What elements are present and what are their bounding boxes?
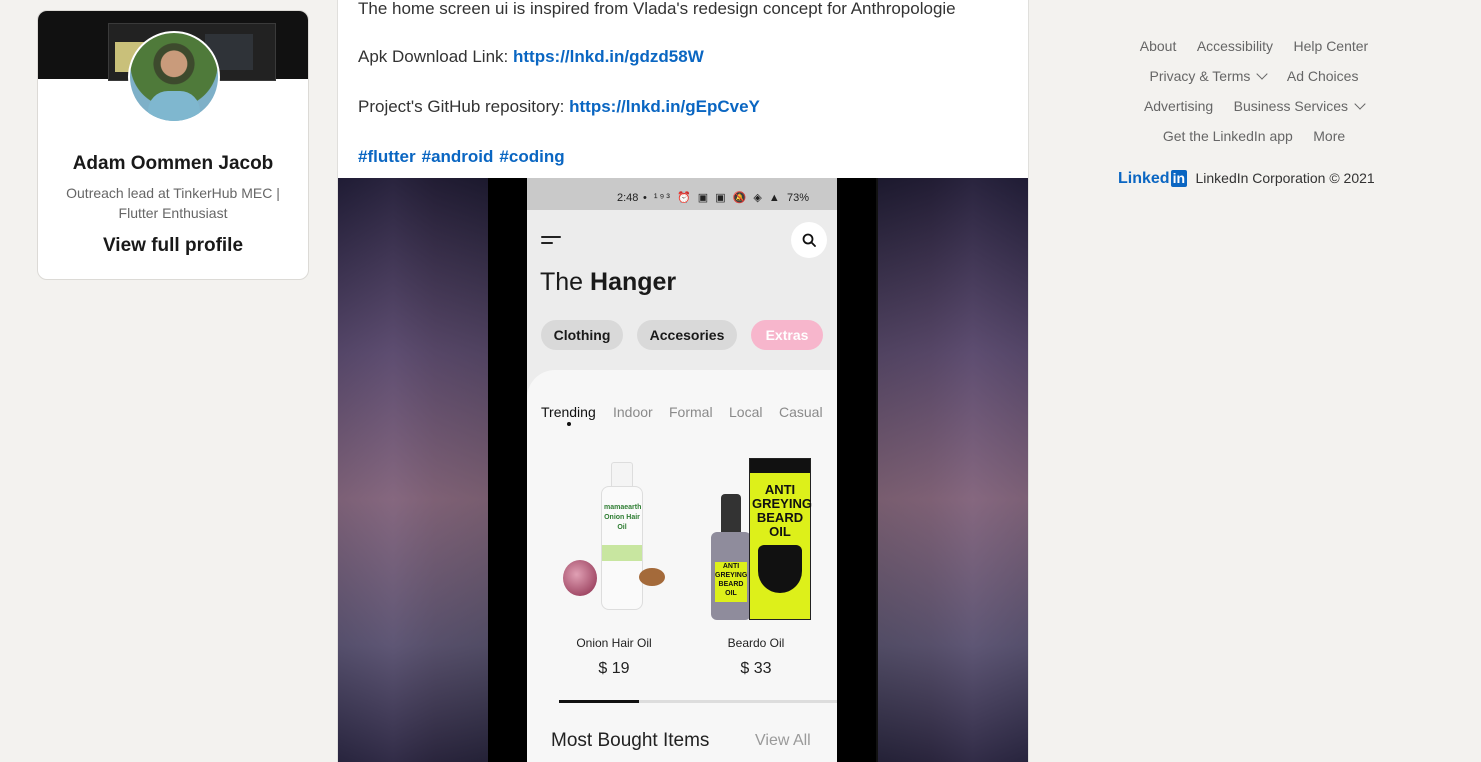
tab-casual[interactable]: Casual xyxy=(779,404,823,420)
carousel-scroll-thumb[interactable] xyxy=(559,700,639,703)
tab-formal[interactable]: Formal xyxy=(669,404,713,420)
footer-accessibility-link[interactable]: Accessibility xyxy=(1197,38,1273,54)
product-price: $ 33 xyxy=(740,660,772,677)
apk-download-link[interactable]: https://lnkd.in/gdzd58W xyxy=(513,47,704,66)
hair-oil-bottle-image: mamaearth Onion Hair Oil xyxy=(599,462,643,610)
post-text-line: The home screen ui is inspired from Vlad… xyxy=(358,0,956,18)
tab-local[interactable]: Local xyxy=(729,404,762,420)
post-hashtags: #flutter #android #coding xyxy=(358,147,571,167)
box-text: ANTI GREYING BEARD OIL xyxy=(752,482,812,539)
chip-extras[interactable]: Extras xyxy=(751,320,823,350)
search-icon xyxy=(802,233,816,247)
status-bar: 2:48 • ¹⁹³ ⏰ ▣ ▣ 🔕 ◈ ▲ 73% xyxy=(527,178,837,210)
footer-business-services-link[interactable]: Business Services xyxy=(1233,98,1366,114)
bottle-band xyxy=(602,545,642,561)
carousel-scrollbar[interactable] xyxy=(559,700,837,703)
footer-about-link[interactable]: About xyxy=(1140,38,1177,54)
beard-oil-box-image: ANTI GREYING BEARD OIL xyxy=(749,458,812,620)
post-apk-line: Apk Download Link: https://lnkd.in/gdzd5… xyxy=(358,47,704,67)
status-time: 2:48 xyxy=(617,192,639,204)
beard-oil-bottle-image: ANTI GREYING BEARD OIL xyxy=(711,494,751,620)
privacy-terms-label: Privacy & Terms xyxy=(1149,68,1251,84)
bottle-body: mamaearth Onion Hair Oil xyxy=(601,486,643,610)
battery-level: 73% xyxy=(787,192,810,204)
chip-accessories[interactable]: Accesories xyxy=(637,320,737,350)
apk-label: Apk Download Link: xyxy=(358,47,513,66)
footer-ad-choices-link[interactable]: Ad Choices xyxy=(1287,68,1359,84)
video-blur-left xyxy=(338,178,488,762)
post-card: The home screen ui is inspired from Vlad… xyxy=(337,0,1029,762)
business-services-label: Business Services xyxy=(1233,98,1349,114)
product-card[interactable]: ANTI GREYING BEARD OIL ANTI GREYING BEAR… xyxy=(691,458,821,677)
app-title-light: The xyxy=(540,268,591,296)
profile-headline: Outreach lead at TinkerHub MEC | Flutter… xyxy=(66,185,280,221)
footer-advertising-link[interactable]: Advertising xyxy=(1144,98,1213,114)
post-repo-line: Project's GitHub repository: https://lnk… xyxy=(358,97,760,117)
footer-brand: Linked in LinkedIn Corporation © 2021 xyxy=(1118,170,1375,188)
tab-trending[interactable]: Trending xyxy=(541,404,596,420)
dropper-body: ANTI GREYING BEARD OIL xyxy=(711,532,751,620)
chevron-down-icon xyxy=(1256,68,1269,80)
logo-box: in xyxy=(1170,170,1188,187)
product-name: Beardo Oil xyxy=(727,636,785,650)
almond-image xyxy=(639,568,665,586)
hashtag-flutter[interactable]: #flutter xyxy=(358,147,416,166)
section-title: Most Bought Items xyxy=(551,730,710,751)
chip-clothing[interactable]: Clothing xyxy=(541,320,623,350)
view-full-profile-link[interactable]: View full profile xyxy=(38,235,308,257)
hashtag-coding[interactable]: #coding xyxy=(499,147,564,166)
profile-card: Adam Oommen Jacob Outreach lead at Tinke… xyxy=(37,10,309,280)
repo-label: Project's GitHub repository: xyxy=(358,97,570,116)
box-beard-graphic xyxy=(758,545,802,593)
menu-icon[interactable] xyxy=(541,236,561,246)
post-video[interactable]: 2:48 • ¹⁹³ ⏰ ▣ ▣ 🔕 ◈ ▲ 73% The Hanger Cl… xyxy=(338,178,1028,762)
search-button[interactable] xyxy=(791,222,827,258)
status-icons: • ¹⁹³ ⏰ ▣ ▣ 🔕 ◈ ▲ xyxy=(643,192,782,204)
product-card[interactable]: mamaearth Onion Hair Oil Onion Hair Oil $… xyxy=(549,458,679,677)
footer-privacy-terms-link[interactable]: Privacy & Terms xyxy=(1149,68,1269,84)
bottle-label-text: ANTI GREYING BEARD OIL xyxy=(715,562,747,602)
footer-row: Privacy & Terms Ad Choices xyxy=(1094,64,1414,94)
product-name: Onion Hair Oil xyxy=(576,636,652,650)
footer-more-link[interactable]: More xyxy=(1313,128,1345,144)
product-price: $ 19 xyxy=(598,660,630,677)
chevron-down-icon xyxy=(1354,98,1366,110)
tab-indoor[interactable]: Indoor xyxy=(613,404,653,420)
footer-links: About Accessibility Help Center Privacy … xyxy=(1094,34,1414,154)
video-blur-right xyxy=(878,178,1028,762)
profile-name[interactable]: Adam Oommen Jacob xyxy=(38,153,308,175)
app-title-bold: Hanger xyxy=(590,268,677,296)
copyright-text: LinkedIn Corporation © 2021 xyxy=(1195,170,1375,186)
hashtag-android[interactable]: #android xyxy=(422,147,494,166)
avatar[interactable] xyxy=(128,31,220,123)
app-screen: 2:48 • ¹⁹³ ⏰ ▣ ▣ 🔕 ◈ ▲ 73% The Hanger Cl… xyxy=(527,178,837,762)
linkedin-logo[interactable]: Linked in xyxy=(1118,170,1188,187)
dropper-cap xyxy=(721,494,741,534)
box-top xyxy=(750,459,810,473)
view-all-link[interactable]: View All xyxy=(755,732,811,750)
footer-row: Get the LinkedIn app More xyxy=(1094,124,1414,154)
bottle-brand-text: mamaearth Onion Hair Oil xyxy=(604,504,642,531)
footer-row: Advertising Business Services xyxy=(1094,94,1414,124)
active-tab-indicator xyxy=(567,422,571,426)
footer-help-center-link[interactable]: Help Center xyxy=(1294,38,1369,54)
app-title: The Hanger xyxy=(540,268,676,297)
onion-image xyxy=(563,560,597,596)
logo-text: Linked xyxy=(1118,170,1170,187)
avatar-shirt xyxy=(148,91,200,121)
github-repo-link[interactable]: https://lnkd.in/gEpCveY xyxy=(569,97,760,116)
footer-get-app-link[interactable]: Get the LinkedIn app xyxy=(1163,128,1293,144)
footer-row: About Accessibility Help Center xyxy=(1094,34,1414,64)
